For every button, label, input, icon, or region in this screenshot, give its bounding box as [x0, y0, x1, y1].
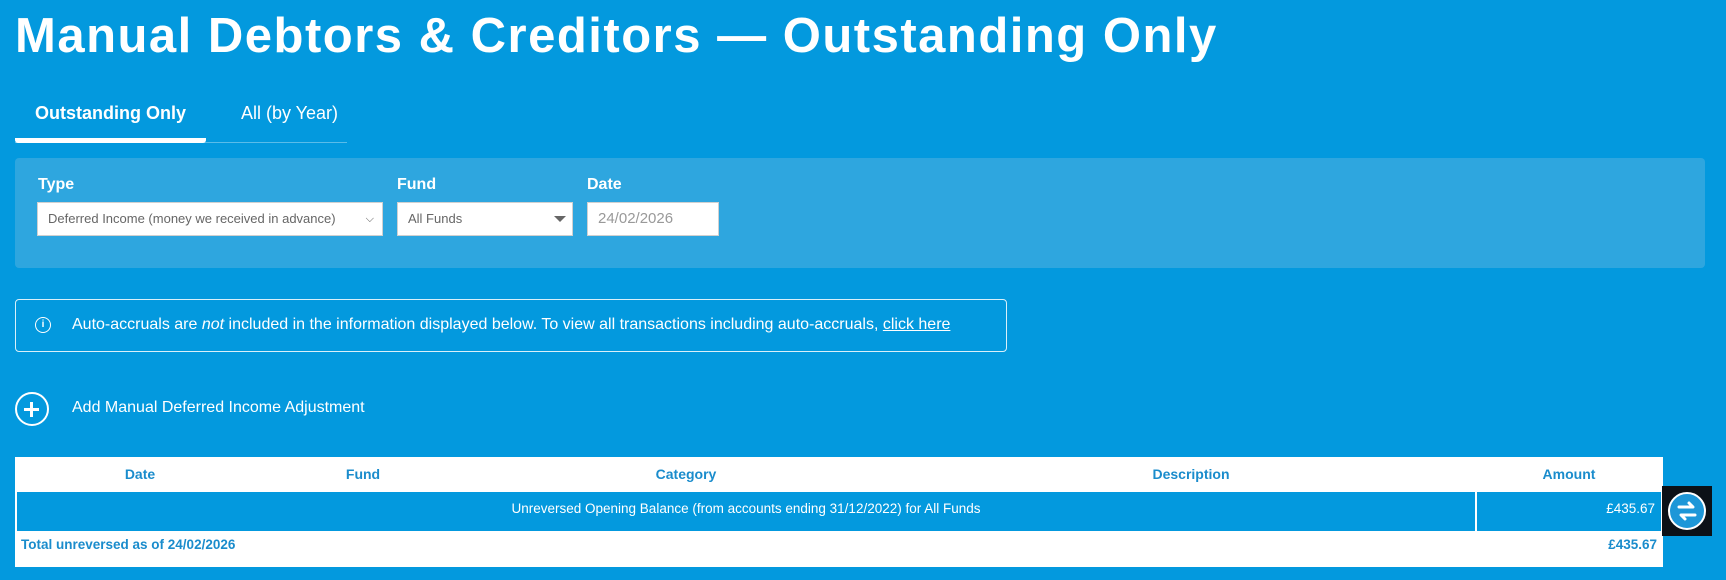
fund-select[interactable]: All Funds — [397, 202, 573, 236]
type-select[interactable]: Deferred Income (money we received in ad… — [37, 202, 383, 236]
column-header-category: Category — [655, 466, 717, 482]
fund-label: Fund — [397, 176, 437, 193]
row-amount: £435.67 — [1606, 501, 1655, 516]
caret-down-icon — [554, 216, 566, 222]
total-amount: £435.67 — [1608, 537, 1657, 552]
info-text: Auto-accruals are not included in the in… — [72, 316, 950, 334]
date-input[interactable]: 24/02/2026 — [587, 202, 719, 236]
click-here-link[interactable]: click here — [883, 316, 951, 333]
tab-all-by-year[interactable]: All (by Year) — [232, 96, 347, 142]
row-description: Unreversed Opening Balance (from account… — [511, 501, 981, 516]
table-row: Unreversed Opening Balance (from account… — [17, 492, 1661, 531]
date-label: Date — [587, 176, 622, 193]
info-notice: i Auto-accruals are not included in the … — [15, 299, 1007, 352]
swap-arrows-icon[interactable] — [1668, 492, 1706, 530]
column-header-description: Description — [1152, 466, 1230, 482]
column-header-amount: Amount — [1542, 466, 1596, 482]
cell-divider — [1475, 492, 1477, 531]
info-icon: i — [35, 317, 51, 333]
column-header-fund: Fund — [345, 466, 381, 482]
add-adjustment-label[interactable]: Add Manual Deferred Income Adjustment — [72, 399, 365, 417]
total-label: Total unreversed as of 24/02/2026 — [21, 537, 236, 552]
info-text-start: Auto-accruals are — [72, 316, 202, 333]
page-title: Manual Debtors & Creditors — Outstanding… — [15, 9, 1218, 63]
info-text-emphasis: not — [201, 316, 225, 333]
tab-outstanding-only[interactable]: Outstanding Only — [15, 96, 206, 143]
type-label: Type — [38, 176, 75, 193]
plus-circle-icon[interactable] — [15, 392, 49, 426]
adjustments-table: Date Fund Category Description Amount Un… — [15, 457, 1663, 567]
column-header-date: Date — [124, 466, 156, 482]
tab-bar: Outstanding Only All (by Year) — [15, 96, 347, 143]
filter-panel: Type Deferred Income (money we received … — [15, 158, 1705, 268]
chevron-down-icon: ⌵ — [365, 213, 374, 225]
type-select-value: Deferred Income (money we received in ad… — [48, 211, 336, 226]
info-text-end: included in the information displayed be… — [224, 316, 883, 333]
fund-select-value: All Funds — [408, 211, 463, 226]
swap-button[interactable] — [1662, 486, 1712, 536]
